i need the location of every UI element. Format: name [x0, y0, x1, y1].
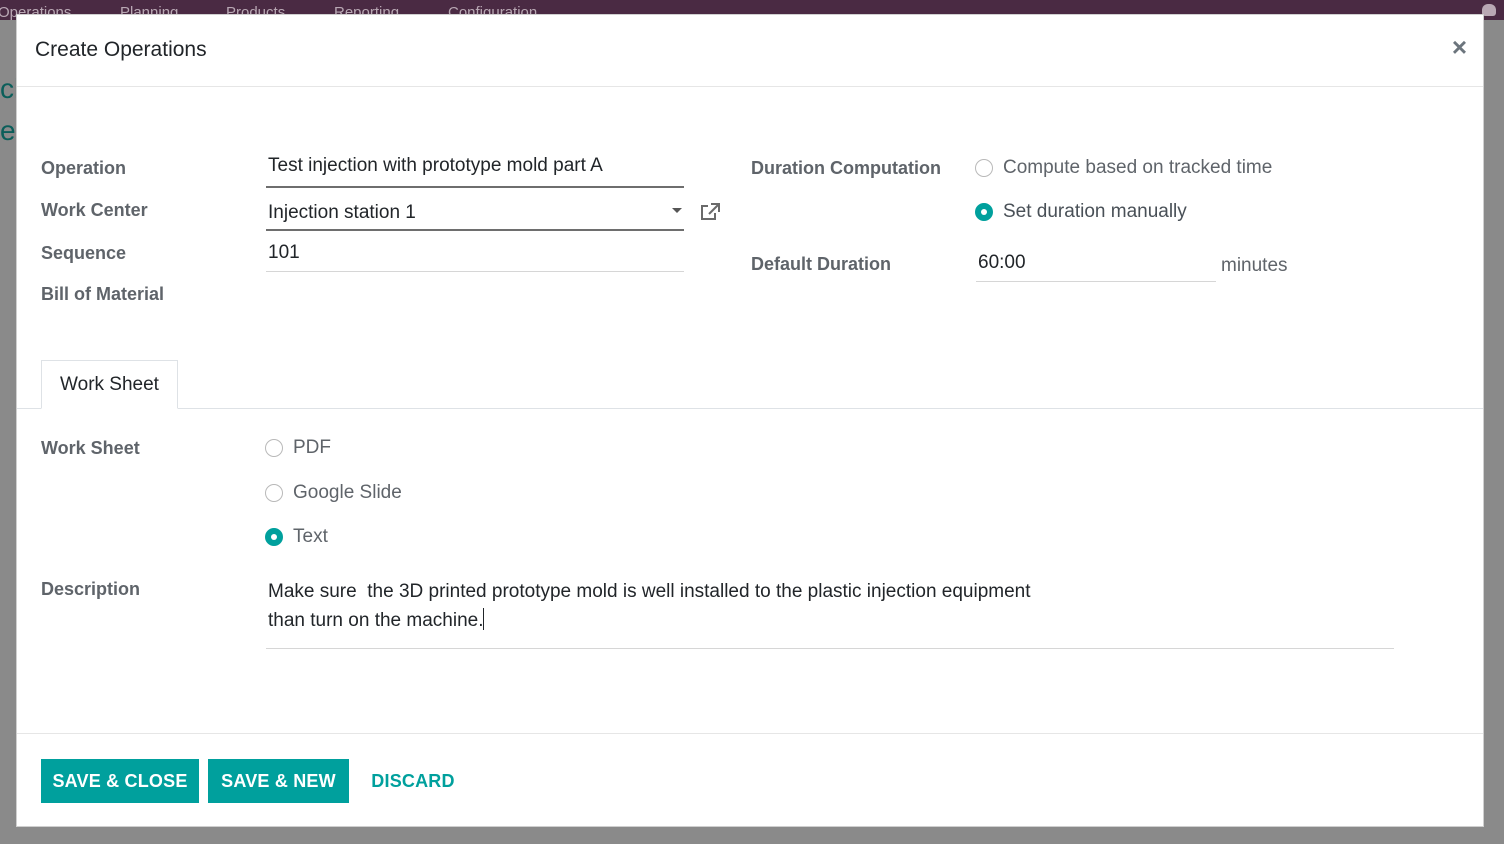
default-duration-input[interactable] [978, 252, 1216, 274]
chevron-down-icon[interactable] [672, 208, 682, 213]
radio-pdf[interactable]: PDF [265, 437, 331, 459]
bug-icon [1482, 4, 1496, 16]
tab-work-sheet[interactable]: Work Sheet [41, 360, 178, 409]
radio-unchecked-icon[interactable] [265, 439, 283, 457]
radio-google-slide[interactable]: Google Slide [265, 482, 402, 504]
discard-button[interactable]: DISCARD [363, 759, 463, 803]
external-link-icon[interactable] [699, 202, 721, 222]
operation-label: Operation [41, 158, 127, 178]
modal-header: Create Operations × [17, 15, 1483, 87]
work-center-select[interactable]: Injection station 1 [266, 198, 684, 231]
default-duration-field[interactable] [976, 252, 1216, 282]
radio-checked-icon[interactable] [975, 203, 993, 221]
radio-label: Compute based on tracked time [1003, 157, 1273, 178]
operation-field[interactable] [266, 155, 684, 188]
sequence-field[interactable] [266, 242, 684, 272]
radio-label: Set duration manually [1003, 201, 1187, 222]
modal-title: Create Operations [35, 38, 207, 61]
description-line: than turn on the machine. [268, 608, 485, 631]
close-button[interactable]: × [1452, 33, 1467, 61]
sequence-input[interactable] [268, 242, 684, 264]
radio-unchecked-icon[interactable] [265, 484, 283, 502]
description-line: Make sure the 3D printed prototype mold … [268, 581, 1031, 602]
save-close-button[interactable]: SAVE & CLOSE [41, 759, 199, 803]
duration-unit: minutes [1221, 255, 1288, 276]
save-new-button[interactable]: SAVE & NEW [208, 759, 349, 803]
create-operations-dialog: Create Operations × Operation Work Cente… [16, 14, 1484, 827]
radio-text[interactable]: Text [265, 526, 328, 548]
operation-input[interactable] [268, 155, 684, 177]
radio-set-manually[interactable]: Set duration manually [975, 201, 1187, 223]
radio-label: Text [293, 526, 328, 547]
work-center-value: Injection station 1 [268, 202, 416, 223]
radio-checked-icon[interactable] [265, 528, 283, 546]
radio-label: Google Slide [293, 482, 402, 503]
description-label: Description [41, 579, 141, 599]
duration-computation-label: Duration Computation [751, 158, 941, 178]
radio-unchecked-icon[interactable] [975, 159, 993, 177]
modal-footer: SAVE & CLOSE SAVE & NEW DISCARD [17, 733, 1483, 828]
tabs-divider [17, 408, 1483, 409]
radio-label: PDF [293, 437, 331, 458]
sequence-label: Sequence [41, 243, 127, 263]
work-sheet-label: Work Sheet [41, 438, 140, 458]
default-duration-label: Default Duration [751, 254, 892, 274]
work-center-label: Work Center [41, 200, 148, 220]
radio-compute-tracked-time[interactable]: Compute based on tracked time [975, 157, 1272, 179]
bill-of-material-label: Bill of Material [41, 284, 165, 304]
description-editor[interactable]: Make sure the 3D printed prototype mold … [266, 577, 1394, 649]
text-cursor [483, 608, 485, 630]
